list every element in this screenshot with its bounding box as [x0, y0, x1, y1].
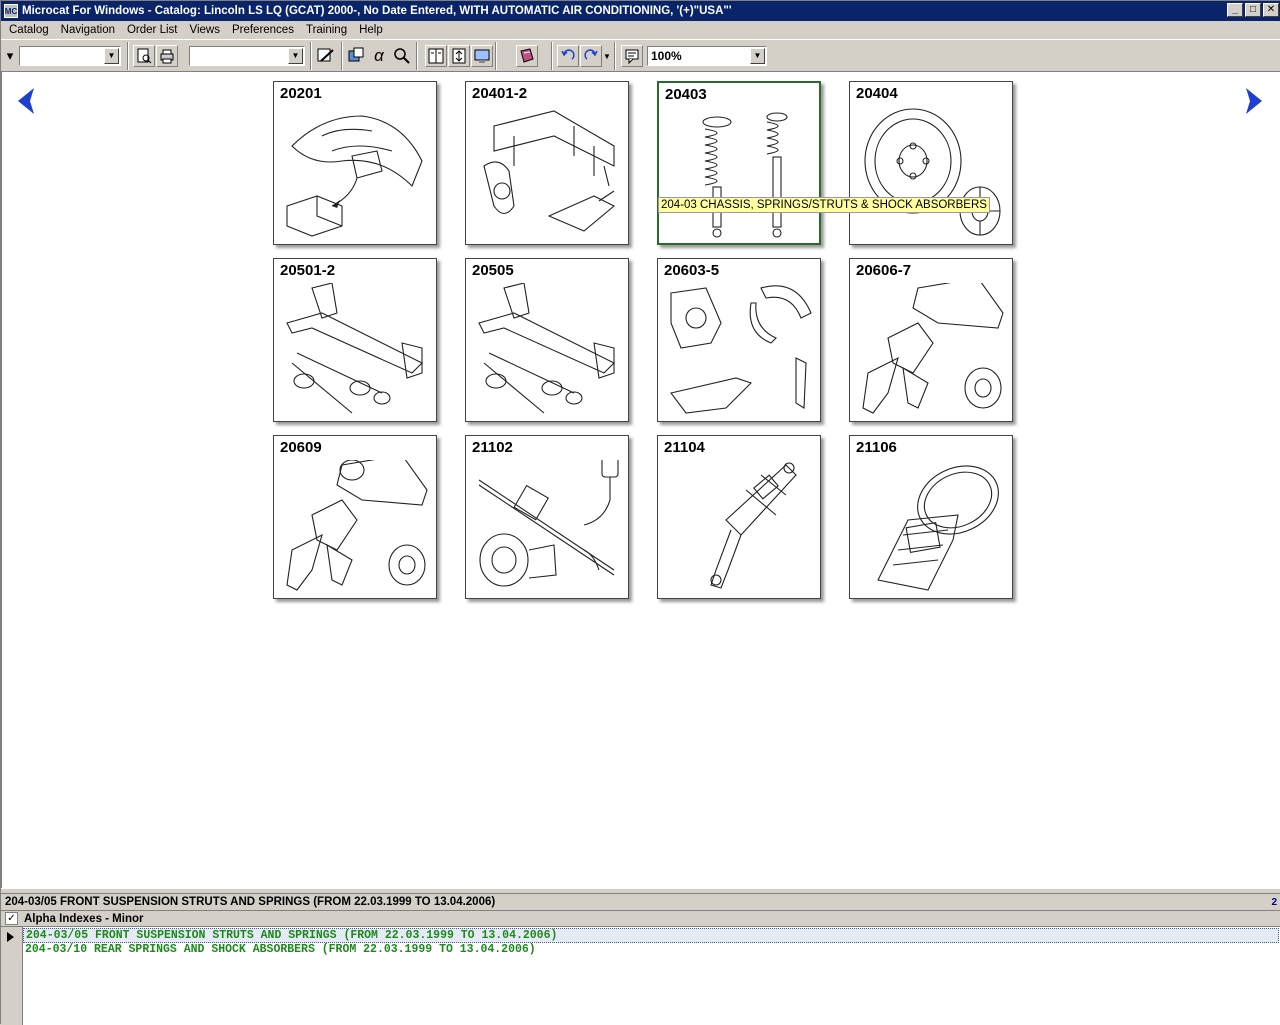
tile-code: 20201: [280, 85, 322, 102]
tile-code: 20501-2: [280, 262, 336, 279]
tile-tooltip: 204-03 CHASSIS, SPRINGS/STRUTS & SHOCK A…: [658, 197, 990, 213]
window-title: Microcat For Windows - Catalog: Lincoln …: [22, 5, 732, 17]
menu-training[interactable]: Training: [300, 24, 353, 36]
close-button[interactable]: ✕: [1263, 3, 1279, 17]
tile-code: 20401-2: [472, 85, 528, 102]
index-row[interactable]: 204-03/05 FRONT SUSPENSION STRUTS AND SP…: [23, 928, 1279, 943]
steering-wheel-icon: [877, 465, 999, 591]
title-bar[interactable]: MC Microcat For Windows - Catalog: Linco…: [1, 1, 1280, 21]
menu-preferences[interactable]: Preferences: [226, 24, 300, 36]
selected-index-title: 204-03/05 FRONT SUSPENSION STRUTS AND SP…: [5, 896, 496, 908]
next-page-arrow-icon[interactable]: [1242, 86, 1266, 116]
alpha-indexes-checkbox[interactable]: ✓: [5, 912, 18, 925]
steering-column-icon: [710, 462, 797, 589]
tile-20401-2[interactable]: 20401-2: [465, 81, 629, 245]
tile-code: 20404: [856, 85, 898, 102]
zoom-combo[interactable]: 100% ▼: [647, 46, 767, 66]
tile-code: 21102: [472, 439, 513, 456]
rear-axle-driveshaft-icon: [286, 283, 423, 414]
tile-20501-2[interactable]: 20501-2: [273, 258, 437, 422]
brake-shoes-handbrake-icon: [670, 285, 812, 414]
brake-pedal-booster-icon: [286, 460, 428, 591]
menu-bar: Catalog Navigation Order List Views Pref…: [1, 21, 1280, 39]
maximize-button[interactable]: □: [1245, 3, 1261, 17]
app-icon[interactable]: MC: [4, 4, 18, 18]
tile-21102[interactable]: 21102: [465, 435, 629, 599]
struts-shock-absorbers-icon: [702, 112, 788, 238]
row-gutter: [1, 927, 23, 1025]
wheel-hubcap-icon: [864, 108, 1001, 236]
tile-20609[interactable]: 20609: [273, 435, 437, 599]
front-subframe-knuckle-icon: [483, 110, 615, 232]
menu-navigation[interactable]: Navigation: [55, 24, 121, 36]
note-icon[interactable]: [621, 45, 643, 67]
menu-views[interactable]: Views: [183, 24, 225, 36]
tile-20505[interactable]: 20505: [465, 258, 629, 422]
minimize-button[interactable]: _: [1227, 3, 1243, 17]
index-row[interactable]: 204-03/10 REAR SPRINGS AND SHOCK ABSORBE…: [23, 943, 1279, 958]
menu-help[interactable]: Help: [353, 24, 389, 36]
tile-20603-5[interactable]: 20603-5: [657, 258, 821, 422]
tile-20404[interactable]: 20404: [849, 81, 1013, 245]
application-window: MC Microcat For Windows - Catalog: Linco…: [0, 0, 1280, 1025]
tile-20606-7[interactable]: 20606-7: [849, 258, 1013, 422]
heat-shield-bracket-icon: [286, 115, 423, 237]
alpha-indexes-label: Alpha Indexes - Minor: [24, 912, 144, 925]
tile-code: 21104: [664, 439, 705, 456]
tile-20201[interactable]: 20201: [273, 81, 437, 245]
tile-code: 20609: [280, 439, 322, 456]
tile-code: 20403: [665, 86, 707, 103]
tile-code: 20603-5: [664, 262, 720, 279]
result-count: 2: [1271, 896, 1277, 908]
tile-code: 21106: [856, 439, 897, 456]
steering-rack-pump-icon: [478, 460, 619, 587]
index-panel: 204-03/05 FRONT SUSPENSION STRUTS AND SP…: [1, 894, 1280, 1025]
current-row-marker-icon: [7, 932, 14, 942]
tile-21104[interactable]: 21104: [657, 435, 821, 599]
zoom-value: 100%: [651, 49, 682, 63]
brake-pedal-booster-icon: [862, 283, 1004, 414]
menu-order-list[interactable]: Order List: [121, 24, 184, 36]
index-filter-bar: ✓ Alpha Indexes - Minor: [1, 911, 1280, 927]
menu-catalog[interactable]: Catalog: [3, 24, 55, 36]
chevron-down-icon[interactable]: ▼: [750, 48, 765, 64]
previous-page-arrow-icon[interactable]: [14, 86, 38, 116]
illustration-grid: 20201 20401-2 20403 20404 20501-2 20505 …: [1, 72, 1280, 888]
tile-21106[interactable]: 21106: [849, 435, 1013, 599]
toolbar: ▾ ▼ ▼ α ▼ 100% ▼: [1, 39, 1280, 72]
index-panel-header: 204-03/05 FRONT SUSPENSION STRUTS AND SP…: [1, 894, 1280, 911]
tile-code: 20606-7: [856, 262, 912, 279]
tile-code: 20505: [472, 262, 514, 279]
tile-20403[interactable]: 20403: [657, 81, 821, 245]
rear-axle-driveshaft-icon: [478, 283, 615, 414]
